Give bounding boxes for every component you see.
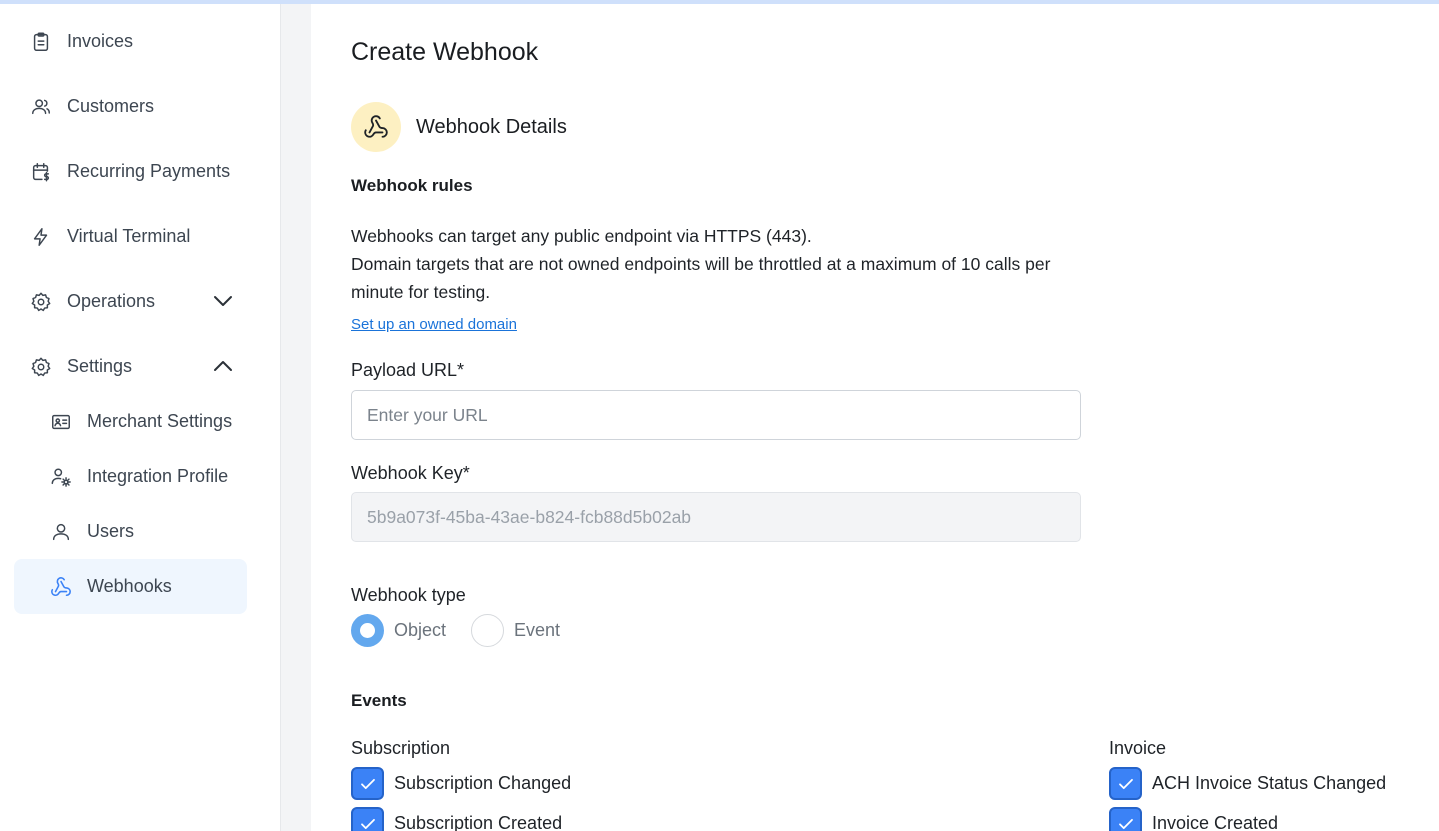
sidebar-item-label: Recurring Payments [67,161,231,181]
sidebar-item-label: Virtual Terminal [67,226,191,246]
sidebar-item-integration-profile[interactable]: Integration Profile [14,449,247,504]
checkmark-icon [360,778,375,789]
checkbox[interactable] [351,767,384,800]
sidebar-item-customers[interactable]: Customers [14,79,247,134]
owned-domain-link[interactable]: Set up an owned domain [351,316,517,333]
main-content: Create Webhook Webhook Details Webhook r… [311,4,1439,831]
section-title: Webhook Details [416,116,567,138]
sidebar-item-invoices[interactable]: Invoices [14,14,247,69]
rules-line-2: Domain targets that are not owned endpoi… [351,254,1051,302]
checkbox[interactable] [1109,807,1142,831]
sidebar-item-label: Users [87,521,135,541]
lightning-icon [29,225,53,249]
sidebar-item-label: Settings [67,356,133,376]
rules-line-1: Webhooks can target any public endpoint … [351,226,812,246]
checkmark-icon [1118,778,1133,789]
events-title: Events [351,691,407,710]
sidebar-item-users[interactable]: Users [14,504,247,559]
object-radio[interactable] [351,614,384,647]
sidebar-item-webhooks[interactable]: Webhooks [14,559,247,614]
sidebar-item-label: Merchant Settings [87,411,233,431]
chevron-down-icon[interactable] [211,289,235,313]
clipboard-icon [29,30,53,54]
sidebar-item-virtual-terminal[interactable]: Virtual Terminal [14,209,247,264]
sidebar: Invoices Customers Recurring Payments Vi… [0,4,281,831]
checkbox-label: Subscription Changed [394,773,572,793]
event-checkbox-row[interactable]: Subscription Created [351,807,562,831]
event-radio[interactable] [471,614,505,647]
sidebar-item-merchant-settings[interactable]: Merchant Settings [14,394,247,449]
sidebar-item-recurring-payments[interactable]: Recurring Payments [14,144,247,199]
checkbox-label: ACH Invoice Status Changed [1152,773,1387,793]
rules-text: Webhooks can target any public endpoint … [351,222,1071,306]
event-checkbox-row[interactable]: Invoice Created [1109,807,1278,831]
sidebar-item-label: Operations [67,291,156,311]
checkbox[interactable] [1109,767,1142,800]
sidebar-item-label: Webhooks [87,576,172,596]
sidebar-item-settings[interactable]: Settings [14,339,247,394]
invoice-group-title: Invoice [1109,738,1167,758]
webhook-type-label: Webhook type [351,585,466,605]
sidebar-item-label: Customers [67,96,155,116]
rules-title: Webhook rules [351,176,473,195]
user-gear-icon [49,465,73,489]
user-icon [49,520,73,544]
gear-icon [29,290,53,314]
webhook-key-field[interactable] [351,492,1081,542]
id-card-icon [49,410,73,434]
sidebar-item-label: Invoices [67,31,134,51]
event-checkbox-row[interactable]: ACH Invoice Status Changed [1109,767,1386,800]
gear-icon [29,355,53,379]
users-icon [29,95,53,119]
checkmark-icon [1118,818,1133,829]
payload-url-input[interactable] [351,390,1081,440]
checkbox-label: Invoice Created [1152,813,1279,831]
chevron-up-icon[interactable] [211,354,235,378]
webhook-icon [351,102,401,152]
sidebar-item-label: Integration Profile [87,466,229,486]
content-gutter [281,4,311,831]
checkbox-label: Subscription Created [394,813,563,831]
webhook-type-radio-group: Object Event [351,614,560,647]
object-radio-label: Object [394,620,447,640]
calendar-dollar-icon [29,160,53,184]
radio-dot [360,623,375,638]
subscription-group-title: Subscription [351,738,451,758]
event-checkbox-row[interactable]: Subscription Changed [351,767,571,800]
sidebar-item-operations[interactable]: Operations [14,274,247,329]
webhook-icon [49,575,73,599]
checkmark-icon [360,818,375,829]
event-radio-label: Event [514,620,561,640]
page-title: Create Webhook [351,38,539,66]
checkbox[interactable] [351,807,384,831]
payload-url-label: Payload URL* [351,360,465,380]
webhook-key-label: Webhook Key* [351,463,470,483]
